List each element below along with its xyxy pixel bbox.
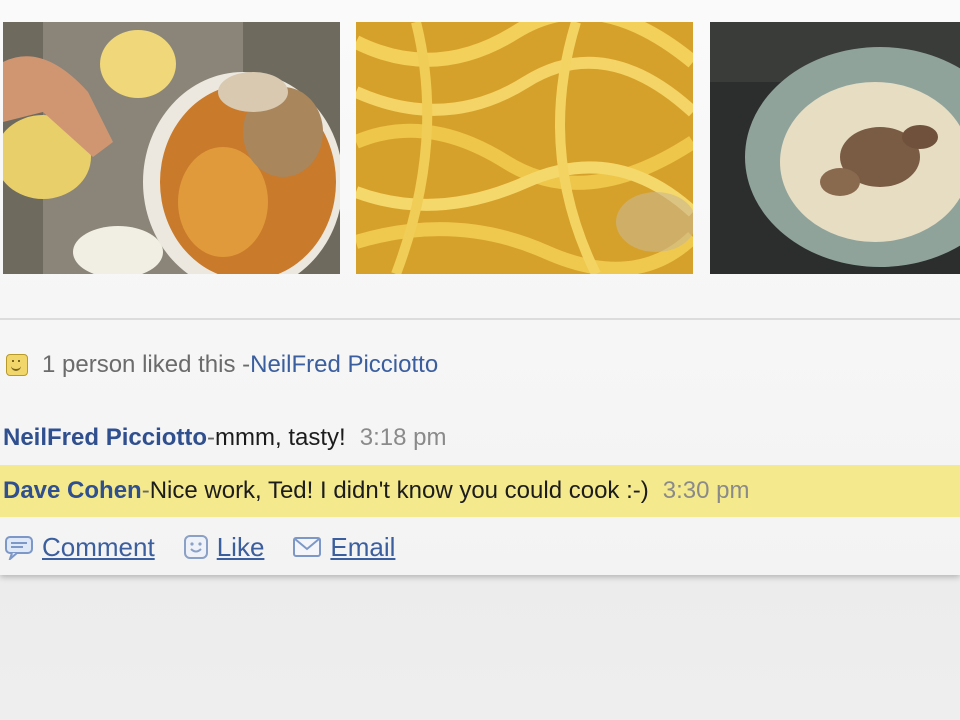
divider xyxy=(0,318,960,320)
email-action-label: Email xyxy=(330,531,396,562)
comment-separator: - xyxy=(207,424,216,451)
photo-thumbnail-2[interactable] xyxy=(356,22,693,274)
comment-author-link[interactable]: NeilFred Picciotto xyxy=(3,424,207,452)
smiley-icon xyxy=(183,535,208,559)
like-action-label: Like xyxy=(216,531,265,562)
fresh-pasta-photo xyxy=(356,22,693,274)
feed-entry-card: 1 person liked this - NeilFred Picciotto… xyxy=(0,0,960,575)
like-action[interactable]: Like xyxy=(183,531,265,563)
action-bar: Comment Like Email xyxy=(4,530,423,564)
photo-thumbnail-3[interactable] xyxy=(710,22,960,274)
comment-separator: - xyxy=(141,477,150,504)
comment-action[interactable]: Comment xyxy=(4,532,155,563)
envelope-icon xyxy=(293,537,322,557)
likes-text: 1 person liked this - xyxy=(42,351,251,378)
comment-text: mmm, tasty! xyxy=(215,424,346,451)
comment-text: Nice work, Ted! I didn't know you could … xyxy=(149,477,649,504)
like-smiley-icon xyxy=(6,354,28,376)
comment-timestamp: 3:18 pm xyxy=(359,424,447,451)
liker-link[interactable]: NeilFred Picciotto xyxy=(250,351,438,379)
comment-timestamp: 3:30 pm xyxy=(662,477,750,504)
dough-and-mushrooms-photo xyxy=(3,22,340,274)
photo-strip xyxy=(0,22,960,274)
comment-action-label: Comment xyxy=(42,531,155,562)
comment-bubble-icon xyxy=(5,536,33,560)
comment-row-highlighted: Dave Cohen - Nice work, Ted! I didn't kn… xyxy=(0,465,960,517)
email-action[interactable]: Email xyxy=(292,532,395,563)
pasta-dish-photo xyxy=(710,22,960,274)
comment-author-link[interactable]: Dave Cohen xyxy=(3,477,142,505)
likes-summary: 1 person liked this - NeilFred Picciotto xyxy=(6,350,438,380)
comment-row: NeilFred Picciotto - mmm, tasty! 3:18 pm xyxy=(0,418,960,458)
photo-thumbnail-1[interactable] xyxy=(3,22,340,274)
